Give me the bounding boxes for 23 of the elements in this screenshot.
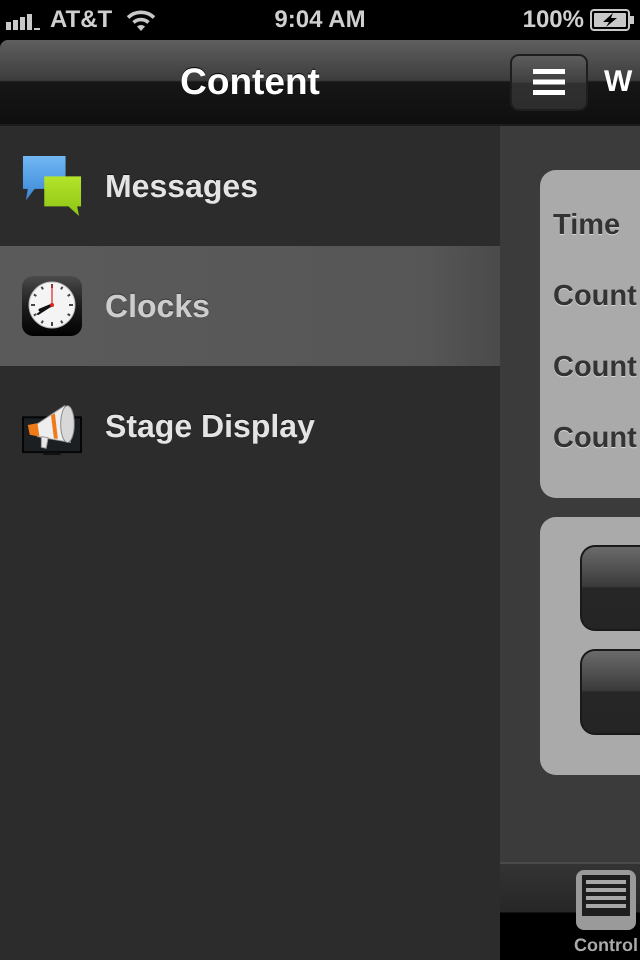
battery-percent: 100% — [522, 6, 584, 34]
signal-icon — [6, 14, 40, 30]
speech-bubbles-icon — [22, 156, 82, 216]
battery-charging-icon — [590, 9, 634, 31]
row-label: Time — [553, 209, 620, 242]
menu-icon — [533, 69, 565, 95]
sidebar-item[interactable]: Clocks — [0, 246, 500, 366]
sidebar-title: Content — [180, 61, 320, 103]
row-label: Count — [553, 422, 637, 455]
sidebar-item[interactable]: Stage Display — [0, 366, 500, 486]
sidebar-item[interactable]: Messages — [0, 126, 500, 246]
wifi-icon — [126, 9, 156, 31]
page-title: W — [604, 64, 632, 100]
row-label: Count — [553, 280, 637, 313]
row-label: Count — [553, 351, 637, 384]
status-time: 9:04 AM — [274, 6, 366, 34]
glossy-button[interactable] — [580, 649, 640, 735]
carrier-name: AT&T — [50, 6, 112, 34]
tab-button[interactable]: Control — [572, 864, 640, 960]
clock-icon — [22, 276, 82, 336]
list-icon — [576, 870, 636, 930]
glossy-button[interactable] — [580, 545, 640, 631]
menu-button[interactable] — [510, 54, 588, 110]
